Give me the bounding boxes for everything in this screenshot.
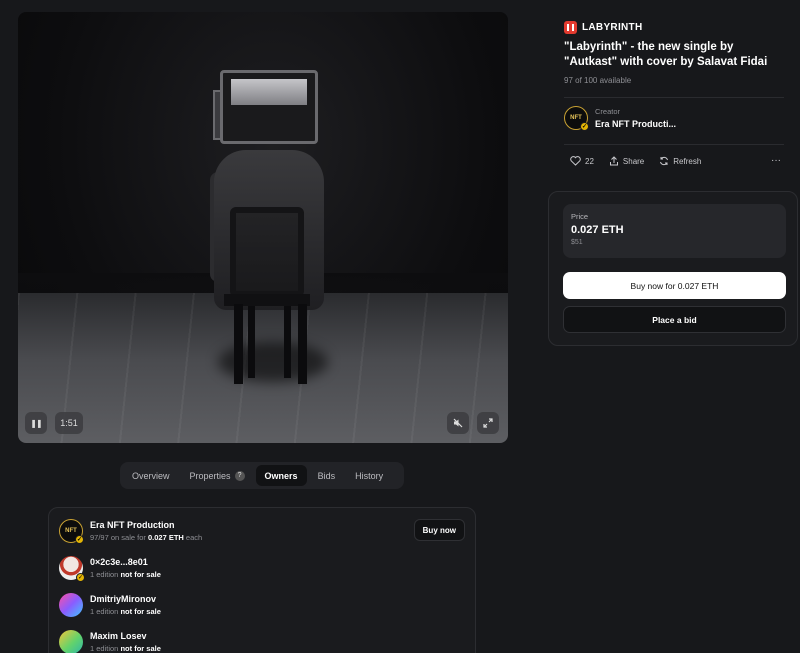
- price-label: Price: [571, 212, 589, 221]
- mute-button[interactable]: [447, 412, 469, 434]
- chair-leg: [234, 304, 243, 384]
- share-button[interactable]: Share: [609, 156, 644, 166]
- creator-block[interactable]: NFT ✓ Creator Era NFT Producti...: [564, 106, 677, 131]
- owner-name: Era NFT Production: [90, 520, 175, 530]
- duration-badge: 1:51: [55, 412, 83, 434]
- item-title: "Labyrinth" - the new single by "Autkast…: [564, 41, 768, 68]
- detail-tabs: Overview Properties? Owners Bids History: [120, 462, 404, 489]
- heart-icon: [570, 156, 581, 166]
- nft-media-player[interactable]: ❚❚ 1:51: [18, 12, 508, 443]
- verified-check-icon: ✓: [75, 535, 84, 544]
- labyrinth-logo-icon: [564, 21, 577, 34]
- refresh-button[interactable]: Refresh: [659, 156, 701, 166]
- place-bid-label: Place a bid: [652, 314, 697, 325]
- owner-edition-info: 1 edition not for sale: [90, 644, 161, 653]
- tab-properties[interactable]: Properties?: [181, 465, 254, 486]
- expand-icon: [483, 418, 493, 428]
- fullscreen-button[interactable]: [477, 412, 499, 434]
- owner-row[interactable]: DmitriyMironov 1 edition not for sale: [59, 593, 161, 617]
- avatar-logo-text: NFT: [65, 528, 77, 534]
- owner-name: Maxim Losev: [90, 631, 147, 641]
- pause-icon: ❚❚: [30, 418, 42, 428]
- owner-edition-info: 97/97 on sale for 0.027 ETH each: [90, 533, 202, 542]
- collection-link[interactable]: LABYRINTH: [564, 21, 642, 34]
- owners-panel: NFT ✓ Era NFT Production 97/97 on sale f…: [48, 507, 476, 653]
- owner-row[interactable]: NFT ✓ Era NFT Production 97/97 on sale f…: [59, 519, 202, 544]
- share-icon: [609, 156, 618, 166]
- creator-avatar: NFT ✓: [564, 106, 589, 131]
- edition-text: 97/97 on sale for: [90, 533, 146, 542]
- divider: [564, 144, 784, 145]
- tab-label: Properties: [189, 470, 231, 481]
- owner-row[interactable]: ✓ 0×2c3e...8e01 1 edition not for sale: [59, 556, 161, 582]
- divider: [564, 97, 784, 98]
- pause-button[interactable]: ❚❚: [25, 412, 47, 434]
- refresh-label: Refresh: [673, 156, 702, 166]
- chair-leg: [284, 306, 291, 378]
- edition-text: 1 edition: [90, 607, 119, 616]
- tab-label: History: [355, 470, 384, 481]
- owner-edition-info: 1 edition not for sale: [90, 607, 161, 616]
- purchase-panel: Price 0.027 ETH $51 Buy now for 0.027 ET…: [548, 191, 798, 346]
- buy-now-label: Buy now: [422, 525, 456, 535]
- tab-overview[interactable]: Overview: [123, 465, 179, 486]
- help-icon: ?: [234, 470, 245, 481]
- item-actions: 22 Share Refresh: [570, 156, 701, 166]
- tv-screen: [231, 79, 307, 105]
- chair-leg: [248, 306, 255, 378]
- tab-label: Overview: [132, 470, 170, 481]
- tab-owners[interactable]: Owners: [255, 465, 307, 486]
- place-bid-button[interactable]: Place a bid: [563, 306, 786, 333]
- owner-avatar: [59, 630, 83, 653]
- tab-history[interactable]: History: [346, 465, 392, 486]
- tab-label: Bids: [317, 470, 336, 481]
- edition-text: 1 edition: [90, 644, 119, 653]
- share-label: Share: [622, 156, 645, 166]
- owner-avatar: ✓: [59, 556, 85, 582]
- creator-label: Creator: [595, 107, 621, 116]
- owner-name: 0×2c3e...8e01: [90, 557, 148, 567]
- edition-status: not for sale: [120, 570, 161, 579]
- edition-suffix: each: [185, 533, 203, 542]
- buy-now-button[interactable]: Buy now for 0.027 ETH: [563, 272, 786, 299]
- edition-price: 0.027 ETH: [147, 533, 184, 542]
- tv-head: [220, 70, 318, 144]
- price-usd: $51: [571, 239, 583, 246]
- mute-icon: [453, 418, 463, 428]
- verified-check-icon: ✓: [580, 122, 589, 131]
- verified-check-icon: ✓: [76, 573, 85, 582]
- edition-status: not for sale: [120, 644, 161, 653]
- tab-bids[interactable]: Bids: [309, 465, 345, 486]
- edition-status: not for sale: [120, 607, 161, 616]
- duration-text: 1:51: [60, 418, 78, 428]
- owner-avatar: NFT ✓: [59, 519, 84, 544]
- price-card: Price 0.027 ETH $51: [563, 204, 786, 258]
- edition-text: 1 edition: [90, 570, 119, 579]
- collection-name: LABYRINTH: [582, 22, 643, 33]
- more-options-icon[interactable]: ···: [771, 155, 781, 166]
- chair-leg: [298, 304, 307, 384]
- availability-text: 97 of 100 available: [564, 76, 632, 85]
- owner-avatar: [59, 593, 83, 617]
- like-button[interactable]: 22: [570, 156, 594, 166]
- avatar-logo-text: NFT: [570, 115, 582, 121]
- owner-buy-now-button[interactable]: Buy now: [413, 519, 465, 541]
- refresh-icon: [660, 156, 669, 166]
- owner-name: DmitriyMironov: [90, 594, 157, 604]
- tab-label: Owners: [264, 470, 298, 481]
- like-count: 22: [585, 156, 594, 166]
- owner-edition-info: 1 edition not for sale: [90, 570, 161, 579]
- creator-name: Era NFT Producti...: [595, 119, 677, 129]
- buy-now-label: Buy now for 0.027 ETH: [630, 280, 719, 291]
- chair-back: [230, 207, 304, 297]
- owner-row[interactable]: Maxim Losev 1 edition not for sale: [59, 630, 161, 653]
- price-eth: 0.027 ETH: [571, 224, 624, 236]
